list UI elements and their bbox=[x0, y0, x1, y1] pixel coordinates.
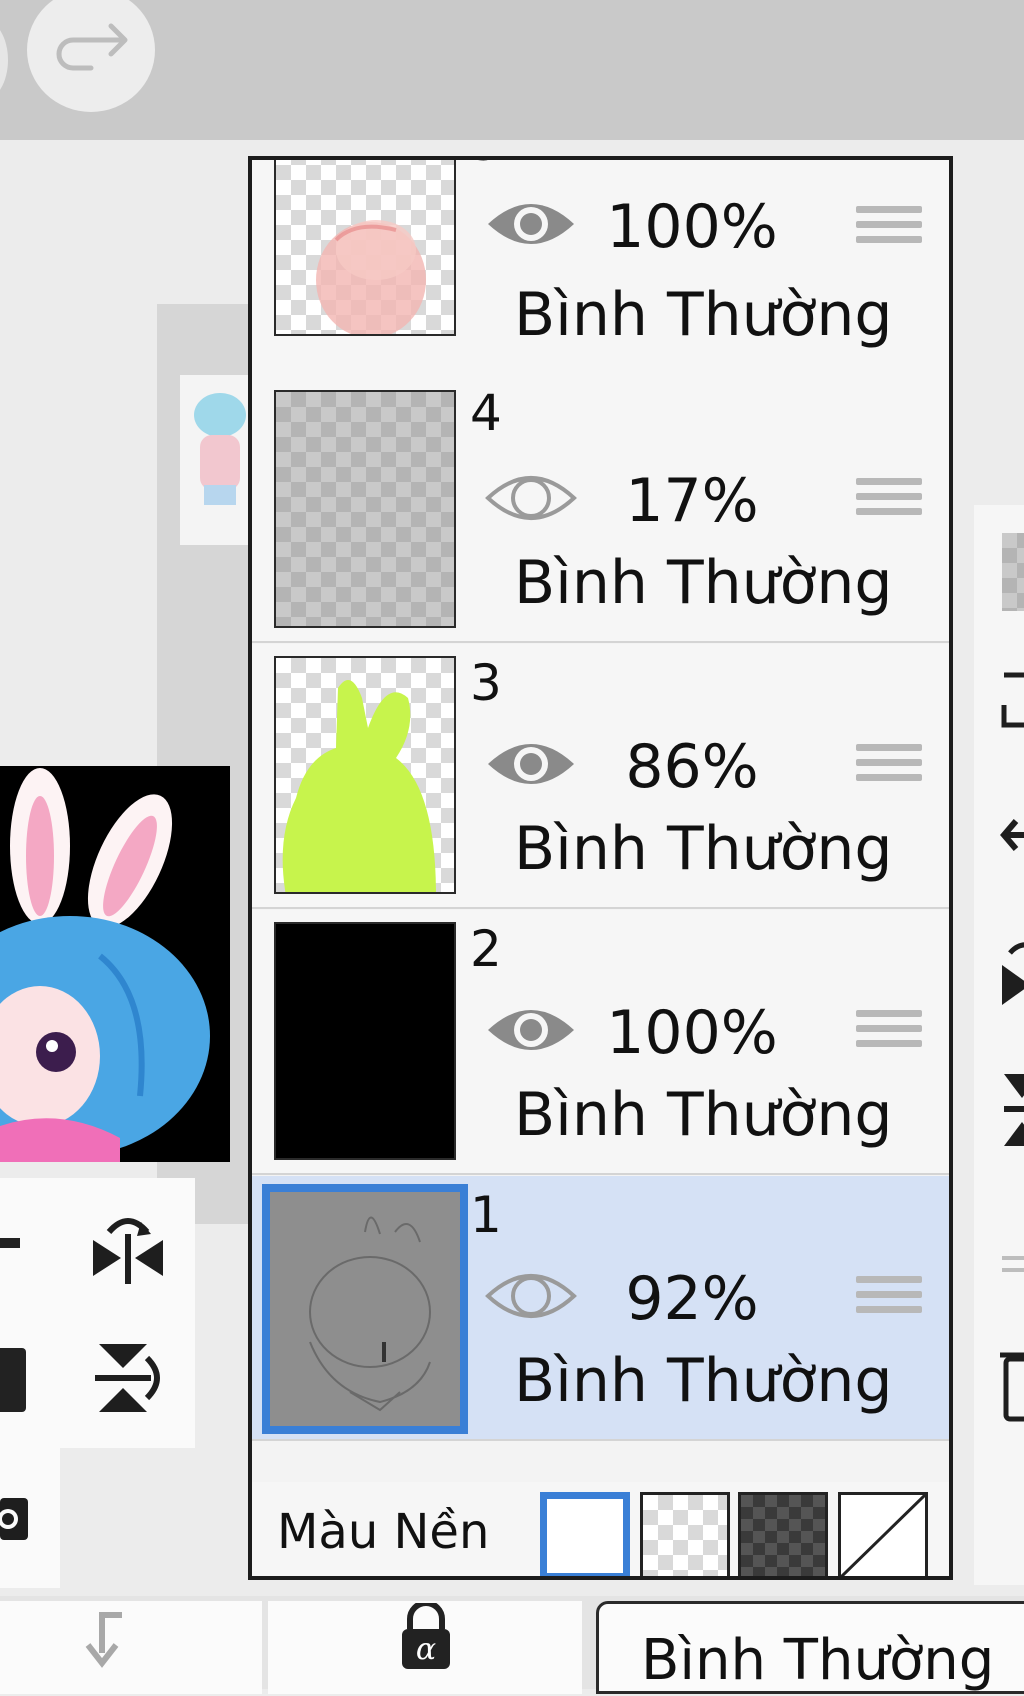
layer-row[interactable]: 5 100% Bình Thường bbox=[252, 160, 949, 405]
layer-opacity[interactable]: 17% bbox=[592, 466, 792, 536]
alpha-lock-icon: α bbox=[402, 1603, 450, 1669]
flip-horizontal-button[interactable] bbox=[88, 1208, 168, 1288]
arrow-left-icon[interactable] bbox=[1000, 815, 1024, 855]
visibility-toggle[interactable] bbox=[484, 732, 578, 800]
layer-row-selected[interactable]: 1 92% Bình Thường bbox=[252, 1176, 949, 1441]
minus-tool[interactable] bbox=[0, 1238, 20, 1248]
merge-down-icon bbox=[85, 1612, 122, 1668]
visibility-toggle[interactable] bbox=[484, 466, 578, 534]
eye-icon bbox=[485, 476, 577, 520]
drag-handle[interactable] bbox=[856, 1010, 922, 1055]
layer-number: 2 bbox=[470, 920, 502, 978]
layer-row[interactable]: 2 100% Bình Thường bbox=[252, 910, 949, 1175]
layer-number: 1 bbox=[470, 1186, 502, 1244]
drag-handle[interactable] bbox=[856, 1276, 922, 1321]
layer-number: 4 bbox=[470, 384, 502, 442]
drag-handle[interactable] bbox=[856, 478, 922, 523]
undo-button[interactable] bbox=[0, 20, 8, 100]
eye-icon bbox=[488, 1010, 574, 1050]
flip-vertical-icon bbox=[95, 1344, 160, 1412]
redo-button[interactable] bbox=[27, 0, 155, 112]
background-color-label: Màu Nền bbox=[277, 1504, 490, 1560]
canvas-artwork[interactable] bbox=[0, 766, 230, 1162]
visibility-toggle[interactable] bbox=[484, 1264, 578, 1332]
layer-opacity[interactable]: 100% bbox=[592, 998, 792, 1068]
layer-number: 5 bbox=[470, 160, 502, 168]
layer-panel: 5 100% Bình Thường 4 17% Bình Thường bbox=[248, 156, 953, 1580]
layer-row[interactable]: 3 86% Bình Thường bbox=[252, 644, 949, 909]
layer-thumbnail[interactable] bbox=[274, 922, 456, 1160]
trash-icon[interactable] bbox=[1000, 1345, 1024, 1425]
transform-tools-panel bbox=[0, 1178, 195, 1448]
layer-thumbnail[interactable] bbox=[274, 656, 456, 894]
layer-blend-mode[interactable]: Bình Thường bbox=[514, 280, 893, 350]
canvas-preview bbox=[180, 375, 252, 545]
swatch-white[interactable] bbox=[540, 1492, 630, 1576]
flip-vertical-button[interactable] bbox=[88, 1338, 168, 1418]
layer-row[interactable]: 4 17% Bình Thường bbox=[252, 378, 949, 643]
visibility-toggle[interactable] bbox=[484, 998, 578, 1066]
alpha-lock-button[interactable]: α bbox=[268, 1601, 582, 1694]
flip-horizontal-icon[interactable] bbox=[1000, 935, 1024, 1025]
layer-blend-mode[interactable]: Bình Thường bbox=[514, 1080, 893, 1150]
swatch-dark-checker[interactable] bbox=[738, 1492, 828, 1576]
top-toolbar bbox=[0, 0, 1024, 140]
blend-mode-label: Bình Thường bbox=[641, 1628, 995, 1693]
blend-mode-dropdown[interactable]: Bình Thường bbox=[596, 1601, 1024, 1694]
layer-blend-mode[interactable]: Bình Thường bbox=[514, 1346, 893, 1416]
camera-icon bbox=[0, 1498, 28, 1540]
layer-thumbnail[interactable] bbox=[262, 1184, 468, 1434]
background-color-row: Màu Nền bbox=[252, 1482, 949, 1576]
drag-handle[interactable] bbox=[856, 744, 922, 789]
visibility-toggle[interactable] bbox=[484, 192, 578, 260]
right-tool-strip bbox=[974, 505, 1024, 1585]
merge-icon[interactable] bbox=[1000, 1250, 1024, 1280]
svg-text:α: α bbox=[416, 1632, 436, 1667]
swatch-transparent[interactable] bbox=[640, 1492, 730, 1576]
layer-number: 3 bbox=[470, 654, 502, 712]
eye-icon bbox=[488, 204, 574, 244]
layer-tool[interactable] bbox=[0, 1348, 26, 1412]
bottom-bar: α Bình Thường bbox=[0, 1596, 1024, 1694]
flip-vertical-icon[interactable] bbox=[1000, 1070, 1024, 1150]
camera-button[interactable] bbox=[0, 1488, 30, 1544]
layer-thumbnail[interactable] bbox=[274, 160, 456, 336]
checker-tool[interactable] bbox=[1002, 533, 1024, 611]
eye-icon bbox=[488, 744, 574, 784]
swap-icon[interactable] bbox=[1000, 665, 1024, 735]
layer-opacity[interactable]: 100% bbox=[592, 192, 792, 262]
camera-tool-panel bbox=[0, 1448, 60, 1588]
redo-arrow-icon bbox=[56, 23, 128, 71]
layer-blend-mode[interactable]: Bình Thường bbox=[514, 814, 893, 884]
swatch-none[interactable] bbox=[838, 1492, 928, 1576]
layer-blend-mode[interactable]: Bình Thường bbox=[514, 548, 893, 618]
drag-handle[interactable] bbox=[856, 206, 922, 251]
layer-opacity[interactable]: 92% bbox=[592, 1264, 792, 1334]
layer-thumbnail[interactable] bbox=[274, 390, 456, 628]
flip-horizontal-icon bbox=[93, 1218, 163, 1284]
layer-opacity[interactable]: 86% bbox=[592, 732, 792, 802]
eye-icon bbox=[485, 1274, 577, 1318]
merge-down-button[interactable] bbox=[0, 1601, 262, 1694]
